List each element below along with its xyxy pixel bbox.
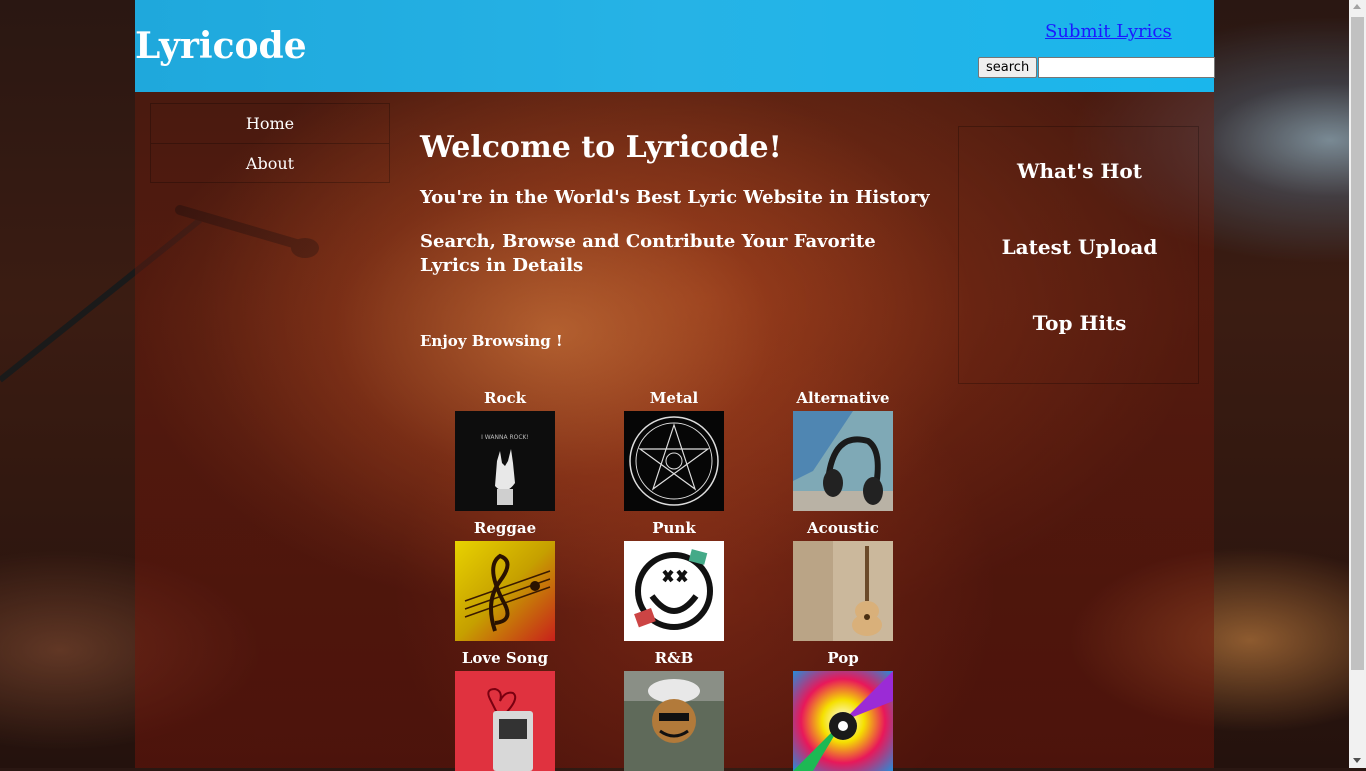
search-button[interactable]: search	[978, 57, 1038, 78]
graffiti-character-icon[interactable]	[624, 671, 724, 771]
side-nav: Home About	[150, 103, 390, 183]
scroll-thumb[interactable]	[1351, 17, 1364, 670]
subtitle-text: Search, Browse and Contribute Your Favor…	[420, 231, 876, 276]
latest-upload-link[interactable]: Latest Upload	[959, 235, 1200, 259]
treble-clef-icon[interactable]	[455, 541, 555, 641]
nav-item-about[interactable]: About	[151, 144, 389, 184]
genre-label: Metal	[649, 389, 699, 407]
welcome-section: Welcome to Lyricode! You're in the World…	[420, 128, 940, 351]
whats-hot-link[interactable]: What's Hot	[959, 159, 1200, 183]
genre-acoustic[interactable]: Acoustic	[758, 518, 928, 641]
nav-item-home[interactable]: Home	[151, 104, 389, 144]
pentagram-circle-icon[interactable]	[624, 411, 724, 511]
guitar-icon[interactable]	[793, 541, 893, 641]
genre-label: Punk	[652, 519, 696, 537]
genre-pop[interactable]: Pop	[758, 648, 928, 771]
page-title: Welcome to Lyricode!	[420, 130, 782, 165]
genre-reggae[interactable]: Reggae	[420, 518, 590, 641]
site-logo[interactable]: Lyricode	[135, 26, 307, 66]
headphones-icon[interactable]	[793, 411, 893, 511]
header-bar: Lyricode Submit Lyrics search	[135, 0, 1216, 92]
svg-text:I WANNA ROCK!: I WANNA ROCK!	[481, 434, 529, 441]
genre-rnb[interactable]: R&B	[589, 648, 759, 771]
scroll-down-arrow-icon[interactable]	[1353, 758, 1361, 763]
colorful-music-icon[interactable]	[793, 671, 893, 771]
genre-label: Reggae	[473, 519, 537, 537]
genre-love-song[interactable]: Love Song	[420, 648, 590, 771]
rock-hand-icon[interactable]: I WANNA ROCK!	[455, 411, 555, 511]
genre-alternative[interactable]: Alternative	[758, 388, 928, 511]
scroll-up-arrow-icon[interactable]	[1353, 4, 1361, 9]
smiley-logo-icon[interactable]	[624, 541, 724, 641]
submit-lyrics-link[interactable]: Submit Lyrics	[1045, 21, 1172, 42]
side-panel: What's Hot Latest Upload Top Hits	[958, 126, 1199, 384]
genre-label: Alternative	[796, 389, 890, 407]
search-input[interactable]	[1038, 57, 1216, 78]
cassette-heart-icon[interactable]	[455, 671, 555, 771]
genre-label: R&B	[654, 649, 694, 667]
enjoy-text: Enjoy Browsing !	[420, 332, 563, 350]
genre-label: Love Song	[461, 649, 549, 667]
genre-label: Rock	[484, 389, 526, 407]
tagline-text: You're in the World's Best Lyric Website…	[420, 187, 930, 208]
genre-rock[interactable]: Rock I WANNA ROCK!	[420, 388, 590, 511]
genre-label: Acoustic	[807, 519, 879, 537]
genre-metal[interactable]: Metal	[589, 388, 759, 511]
top-hits-link[interactable]: Top Hits	[959, 311, 1200, 335]
genre-punk[interactable]: Punk	[589, 518, 759, 641]
vertical-scrollbar[interactable]	[1349, 0, 1366, 768]
search-form: search	[978, 57, 1216, 78]
genre-label: Pop	[827, 649, 859, 667]
